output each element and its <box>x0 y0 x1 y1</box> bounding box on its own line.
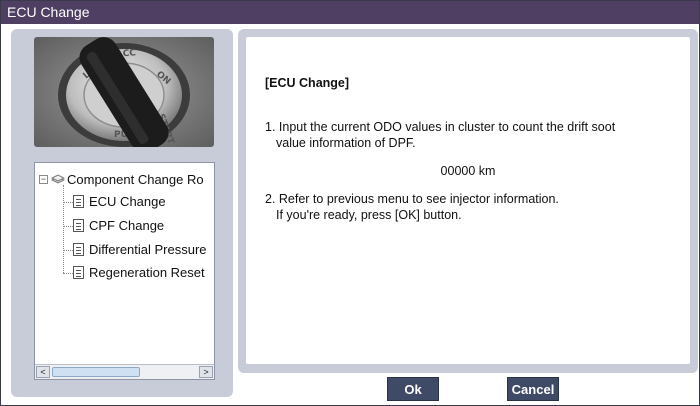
step1-line2: value information of DPF. <box>276 136 416 150</box>
instructions-heading: [ECU Change] <box>265 76 350 90</box>
document-icon <box>73 266 84 279</box>
tree-root-label[interactable]: Component Change Ro <box>67 171 204 189</box>
right-panel: [ECU Change] 1. Input the current ODO va… <box>238 29 698 373</box>
collapse-icon[interactable]: − <box>39 175 48 184</box>
tree-branch <box>63 250 73 251</box>
odo-value: 00000 km <box>440 164 496 178</box>
tree-branch <box>63 226 73 227</box>
document-icon <box>73 195 84 208</box>
component-tree[interactable]: − Component Change Ro ECU Change CPF Cha… <box>34 162 215 380</box>
tree-item-cpf-change[interactable]: CPF Change <box>89 217 164 235</box>
tree-connector <box>63 185 64 273</box>
left-panel: LOCK ACC ON START PUSH − Co <box>11 29 233 397</box>
step2-line2: If you're ready, press [OK] button. <box>276 208 462 222</box>
folder-icon <box>50 172 66 184</box>
document-icon <box>73 219 84 232</box>
step1-line1: 1. Input the current ODO values in clust… <box>265 120 616 134</box>
ignition-key-photo: LOCK ACC ON START PUSH <box>34 37 214 147</box>
cancel-button[interactable]: Cancel <box>507 377 559 401</box>
ok-button[interactable]: Ok <box>387 377 439 401</box>
instructions-area: [ECU Change] 1. Input the current ODO va… <box>246 37 690 364</box>
horizontal-scrollbar[interactable]: < > <box>35 364 214 379</box>
document-icon <box>73 243 84 256</box>
scroll-right-button[interactable]: > <box>199 366 213 378</box>
scroll-thumb[interactable] <box>52 367 140 377</box>
tree-branch <box>63 273 73 274</box>
tree-item-regeneration-reset[interactable]: Regeneration Reset <box>89 264 205 282</box>
tree-item-ecu-change[interactable]: ECU Change <box>89 193 166 211</box>
tree-branch <box>63 202 73 203</box>
step2-line1: 2. Refer to previous menu to see injecto… <box>265 192 559 206</box>
ecu-change-window: ECU Change ACC ON − Component Change Ro … <box>0 0 700 406</box>
window-title: ECU Change <box>1 1 699 24</box>
tree-item-differential-pressure[interactable]: Differential Pressure <box>89 241 207 259</box>
scroll-left-button[interactable]: < <box>36 366 50 378</box>
